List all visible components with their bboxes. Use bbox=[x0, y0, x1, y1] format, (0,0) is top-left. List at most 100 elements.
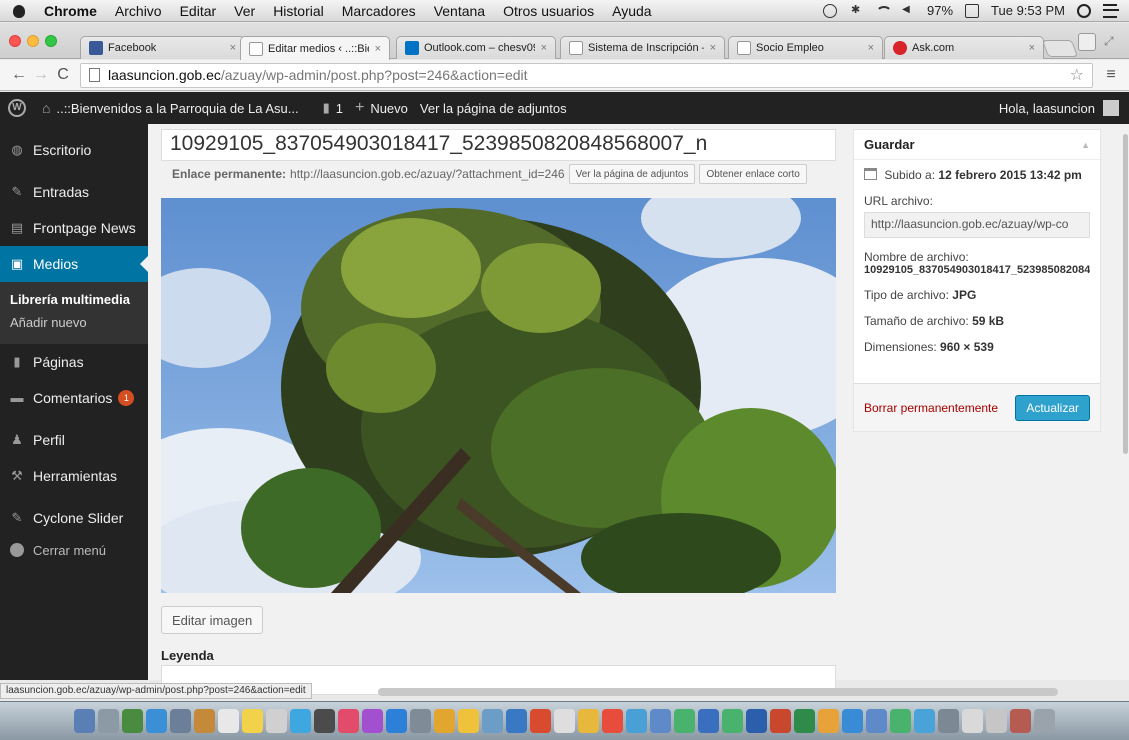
menu-ver[interactable]: Ver bbox=[234, 3, 255, 19]
app-icon[interactable] bbox=[626, 709, 647, 733]
outlook-icon[interactable] bbox=[818, 709, 839, 733]
scrollbar-thumb[interactable] bbox=[1123, 134, 1128, 454]
site-name-link[interactable]: ..::Bienvenidos a la Parroquia de La Asu… bbox=[56, 101, 298, 116]
app-icon[interactable] bbox=[530, 709, 551, 733]
mail-icon[interactable] bbox=[170, 709, 191, 733]
textedit-icon[interactable] bbox=[554, 709, 575, 733]
tab-outlook[interactable]: Outlook.com – chesv09( × bbox=[396, 36, 556, 59]
chrome-icon[interactable] bbox=[434, 709, 455, 733]
tab-close-icon[interactable]: × bbox=[710, 42, 716, 54]
bluetooth-icon[interactable] bbox=[849, 3, 863, 18]
menu-item-escritorio[interactable]: ◍ Escritorio bbox=[0, 132, 148, 168]
word-icon[interactable] bbox=[746, 709, 767, 733]
collapse-menu-button[interactable]: Cerrar menú bbox=[0, 536, 148, 564]
menu-historial[interactable]: Historial bbox=[273, 3, 324, 19]
tab-ask[interactable]: Ask.com × bbox=[884, 36, 1044, 59]
excel-icon[interactable] bbox=[794, 709, 815, 733]
menu-app-chrome[interactable]: Chrome bbox=[44, 3, 97, 19]
avatar[interactable] bbox=[1103, 100, 1119, 116]
documents-stack-icon[interactable] bbox=[962, 709, 983, 733]
back-button[interactable]: ← bbox=[8, 66, 30, 84]
tab-sistema-inscripcion[interactable]: Sistema de Inscripción – × bbox=[560, 36, 725, 59]
app-icon[interactable] bbox=[506, 709, 527, 733]
menu-archivo[interactable]: Archivo bbox=[115, 3, 162, 19]
system-preferences-icon[interactable] bbox=[410, 709, 431, 733]
tab-close-icon[interactable]: × bbox=[541, 42, 547, 54]
contacts-icon[interactable] bbox=[194, 709, 215, 733]
minimize-window-button[interactable] bbox=[27, 35, 39, 47]
title-input[interactable]: 10929105_837054903018417_523985082084856… bbox=[161, 129, 836, 161]
menu-otros-usuarios[interactable]: Otros usuarios bbox=[503, 3, 594, 19]
notes-icon[interactable] bbox=[242, 709, 263, 733]
time-machine-icon[interactable] bbox=[823, 3, 838, 18]
tab-close-icon[interactable]: × bbox=[375, 43, 381, 55]
wifi-icon[interactable] bbox=[875, 4, 893, 18]
battery-icon[interactable] bbox=[965, 3, 980, 18]
app-icon[interactable] bbox=[722, 709, 743, 733]
wordpress-logo-icon[interactable]: W bbox=[8, 99, 26, 117]
tab-editar-medios[interactable]: Editar medios ‹ ..::Bienve × bbox=[240, 36, 390, 60]
facetime-icon[interactable] bbox=[314, 709, 335, 733]
metabox-header[interactable]: Guardar ▲ bbox=[854, 130, 1100, 160]
delete-permanently-link[interactable]: Borrar permanentemente bbox=[864, 401, 998, 415]
messages-icon[interactable] bbox=[290, 709, 311, 733]
app-icon[interactable] bbox=[650, 709, 671, 733]
app-icon[interactable] bbox=[914, 709, 935, 733]
menu-editar[interactable]: Editar bbox=[180, 3, 217, 19]
user-greeting[interactable]: Hola, laasuncion bbox=[999, 101, 1095, 116]
horizontal-scrollbar[interactable] bbox=[378, 688, 1058, 696]
menu-item-comentarios[interactable]: ▬ Comentarios 1 bbox=[0, 380, 148, 416]
trash-icon[interactable] bbox=[1034, 709, 1055, 733]
profile-icon[interactable] bbox=[1078, 33, 1096, 51]
volume-icon[interactable] bbox=[901, 4, 915, 18]
forward-button[interactable]: → bbox=[30, 66, 52, 84]
menu-item-herramientas[interactable]: ⚒ Herramientas bbox=[0, 458, 148, 494]
calendar-icon[interactable] bbox=[218, 709, 239, 733]
app-icon[interactable] bbox=[842, 709, 863, 733]
tab-close-icon[interactable]: × bbox=[868, 42, 874, 54]
submenu-anadir-nuevo[interactable]: Añadir nuevo bbox=[0, 311, 148, 334]
battery-percent[interactable]: 97% bbox=[927, 3, 953, 18]
collapse-triangle-icon[interactable]: ▲ bbox=[1081, 140, 1090, 150]
menu-marcadores[interactable]: Marcadores bbox=[342, 3, 416, 19]
ibooks-icon[interactable] bbox=[362, 709, 383, 733]
bookmark-star-icon[interactable]: ☆ bbox=[1070, 65, 1084, 85]
submenu-libreria-multimedia[interactable]: Librería multimedia bbox=[0, 288, 148, 311]
tab-socio-empleo[interactable]: Socio Empleo × bbox=[728, 36, 883, 59]
menu-ayuda[interactable]: Ayuda bbox=[612, 3, 651, 19]
plus-icon[interactable]: + bbox=[355, 99, 364, 117]
notification-center-icon[interactable] bbox=[1103, 3, 1119, 18]
finder-icon[interactable] bbox=[74, 709, 95, 733]
comments-count[interactable]: 1 bbox=[336, 101, 343, 116]
get-shortlink-button[interactable]: Obtener enlace corto bbox=[699, 164, 807, 184]
zoom-window-button[interactable] bbox=[45, 35, 57, 47]
menu-item-paginas[interactable]: ▮ Páginas bbox=[0, 344, 148, 380]
tab-facebook[interactable]: Facebook × bbox=[80, 36, 245, 59]
address-bar[interactable]: laasuncion.gob.ec /azuay/wp-admin/post.p… bbox=[80, 62, 1093, 88]
menu-item-cyclone-slider[interactable]: ✎ Cyclone Slider bbox=[0, 500, 148, 536]
tab-close-icon[interactable]: × bbox=[230, 42, 236, 54]
vertical-scrollbar[interactable] bbox=[1122, 124, 1129, 680]
app-icon[interactable] bbox=[458, 709, 479, 733]
app-icon[interactable] bbox=[578, 709, 599, 733]
app-icon[interactable] bbox=[122, 709, 143, 733]
app-icon[interactable] bbox=[674, 709, 695, 733]
itunes-icon[interactable] bbox=[338, 709, 359, 733]
edit-image-button[interactable]: Editar imagen bbox=[161, 606, 264, 634]
close-window-button[interactable] bbox=[9, 35, 21, 47]
preview-icon[interactable] bbox=[482, 709, 503, 733]
menu-item-entradas[interactable]: ✎ Entradas bbox=[0, 174, 148, 210]
launchpad-icon[interactable] bbox=[98, 709, 119, 733]
downloads-stack-icon[interactable] bbox=[986, 709, 1007, 733]
app-icon[interactable] bbox=[938, 709, 959, 733]
app-icon[interactable] bbox=[698, 709, 719, 733]
fullscreen-icon[interactable]: ⤢ bbox=[1104, 34, 1114, 49]
menu-ventana[interactable]: Ventana bbox=[434, 3, 485, 19]
file-url-field[interactable]: http://laasuncion.gob.ec/azuay/wp-co bbox=[864, 212, 1090, 238]
safari-icon[interactable] bbox=[146, 709, 167, 733]
chrome-menu-icon[interactable]: ≡ bbox=[1101, 66, 1121, 84]
folder-stack-icon[interactable] bbox=[1010, 709, 1031, 733]
app-icon[interactable] bbox=[866, 709, 887, 733]
app-icon[interactable] bbox=[890, 709, 911, 733]
comment-icon[interactable]: ▮ bbox=[323, 100, 330, 116]
